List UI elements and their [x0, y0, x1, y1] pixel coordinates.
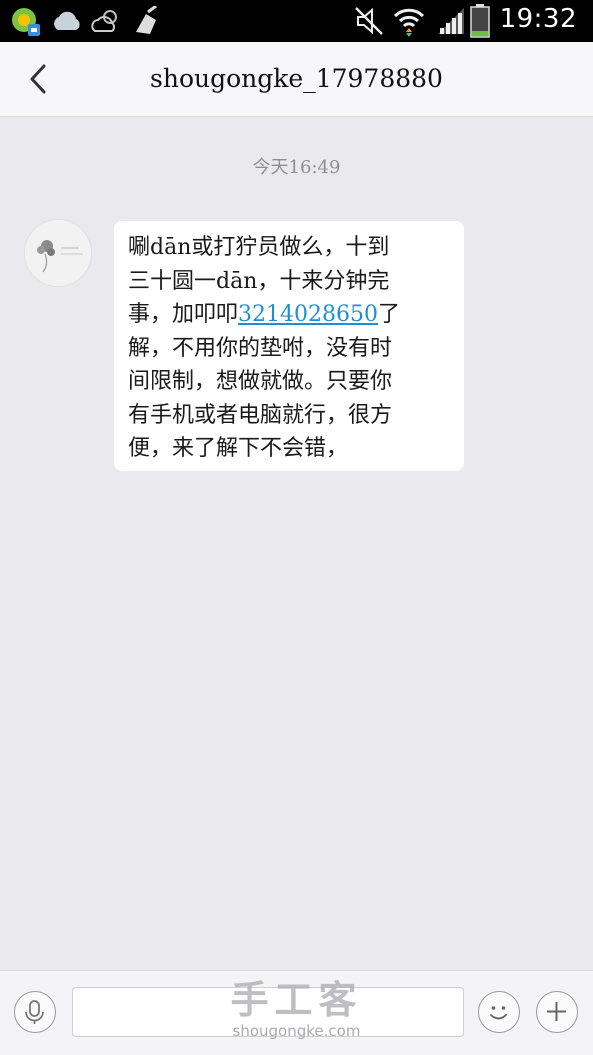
- battery-icon: [470, 4, 490, 42]
- message-text-line: 间限制，想做就做。只要你: [128, 369, 393, 394]
- conversation-title: shougongke_17978880: [150, 64, 443, 93]
- message-text-line: 解，不用你的垫咐，没有时: [128, 335, 393, 361]
- phone-number-link[interactable]: 3214028650: [238, 302, 378, 327]
- avatar[interactable]: [24, 219, 92, 287]
- app-notification-icon: [10, 6, 42, 42]
- status-time: 19:32: [499, 4, 577, 34]
- conversation-header: shougongke_17978880: [0, 42, 593, 117]
- cloud-icon: [50, 8, 84, 38]
- message-text-line: 有手机或者电脑就行，很方: [128, 402, 393, 428]
- cleaner-icon: [130, 4, 162, 40]
- message-text-segment: 事，加叩叩: [128, 302, 239, 327]
- message-input[interactable]: [72, 987, 464, 1037]
- weather-icon: [90, 6, 124, 40]
- message-text-line: 事，加叩叩3214028650了: [128, 298, 452, 332]
- more-button[interactable]: [536, 991, 578, 1033]
- chat-area[interactable]: 今天16:49 唰dān或打狞员做么，十到 三十圆一dān，十来分钟完 事，加叩…: [0, 117, 593, 970]
- input-bar: [0, 970, 593, 1055]
- wifi-icon: [392, 4, 426, 42]
- message-text-line: 三十圆一dān，十来分钟完: [128, 268, 390, 294]
- status-bar: 19:32: [0, 0, 593, 42]
- message-text-line: 便，来了解下不会错，: [128, 436, 349, 461]
- message-text-line: 唰dān或打狞员做么，十到: [128, 235, 390, 260]
- mute-icon: [354, 6, 384, 40]
- message-bubble[interactable]: 唰dān或打狞员做么，十到 三十圆一dān，十来分钟完 事，加叩叩3214028…: [114, 221, 464, 471]
- message-timestamp: 今天16:49: [252, 157, 341, 178]
- signal-icon: [436, 6, 466, 40]
- message-text-segment: 了: [378, 302, 401, 327]
- voice-button[interactable]: [14, 991, 56, 1033]
- emoji-button[interactable]: [478, 991, 520, 1033]
